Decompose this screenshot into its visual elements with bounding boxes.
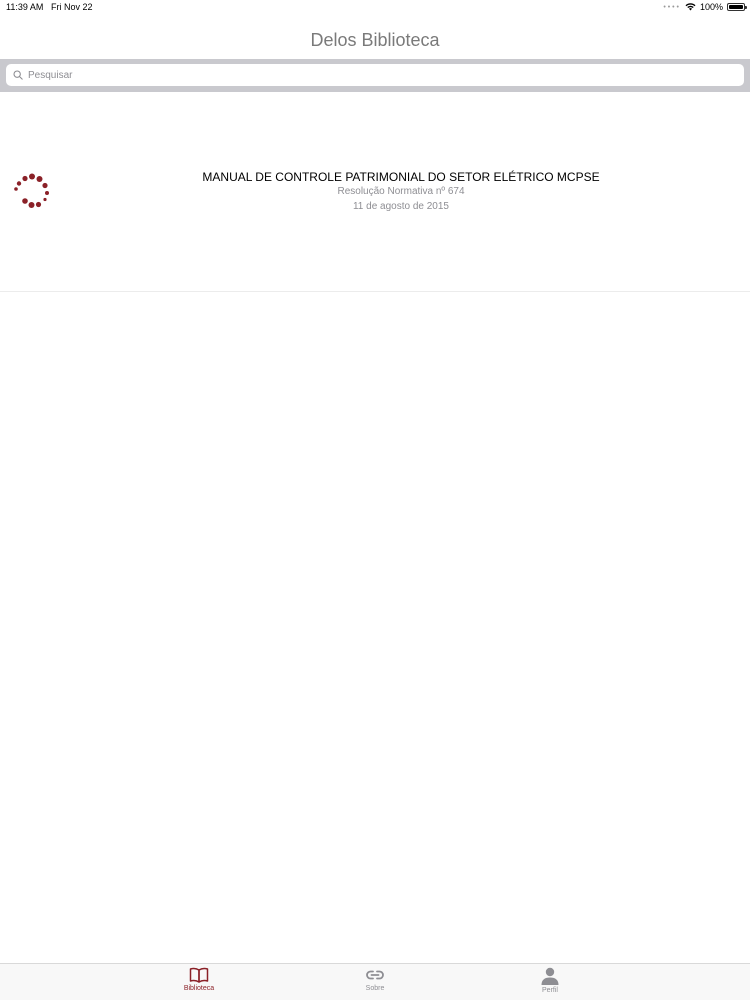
battery-percent: 100%: [699, 2, 723, 12]
status-date: Fri Nov 22: [51, 2, 93, 12]
status-bar: 11:39 AM Fri Nov 22 • • • • 100%: [0, 0, 750, 16]
tab-perfil[interactable]: Perfil: [510, 967, 590, 1000]
tab-perfil-label: Perfil: [542, 987, 558, 994]
search-bar-container: [0, 59, 750, 92]
link-icon: [366, 970, 384, 980]
library-item-subtitle: Resolução Normativa nº 674: [337, 186, 465, 197]
page-title: Delos Biblioteca: [310, 30, 440, 50]
tab-biblioteca[interactable]: Biblioteca: [159, 967, 239, 1000]
book-icon: [189, 967, 209, 983]
tab-biblioteca-label: Biblioteca: [183, 985, 215, 992]
status-time: 11:39 AM: [6, 2, 44, 12]
wifi-icon: [685, 3, 696, 11]
multitasking-dots-icon: • • • •: [663, 3, 679, 11]
library-item-title: MANUAL DE CONTROLE PATRIMONIAL DO SETOR …: [202, 170, 600, 184]
person-icon: [541, 967, 559, 985]
tab-bar: Biblioteca Sobre Perfil: [0, 963, 750, 1000]
search-icon: [13, 70, 23, 80]
search-input[interactable]: [28, 69, 628, 81]
library-item[interactable]: MANUAL DE CONTROLE PATRIMONIAL DO SETOR …: [0, 92, 750, 292]
library-item-date: 11 de agosto de 2015: [352, 201, 449, 212]
tab-sobre[interactable]: Sobre: [335, 967, 415, 1000]
battery-icon: [727, 3, 747, 11]
status-indicators: • • • • 100%: [663, 2, 747, 12]
search-bar[interactable]: [6, 64, 744, 86]
tab-sobre-label: Sobre: [365, 985, 385, 992]
loading-spinner-icon: [14, 173, 49, 208]
